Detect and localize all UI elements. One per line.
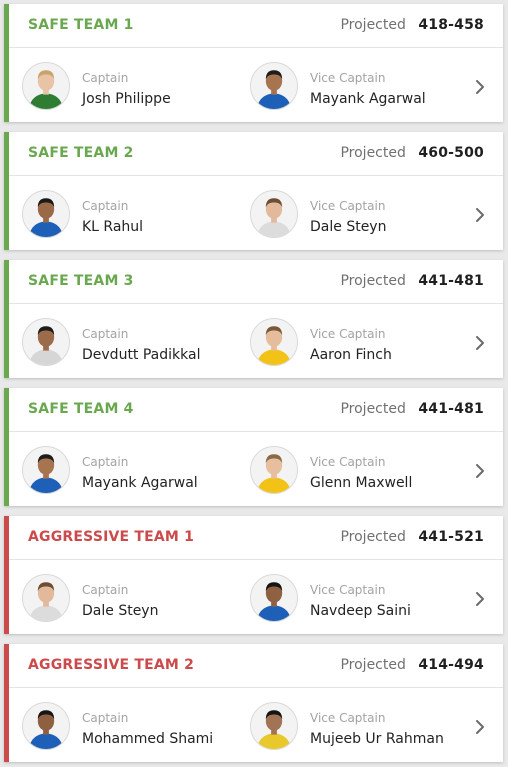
vice-captain-avatar-icon: [250, 190, 298, 238]
projected-label: Projected: [340, 145, 406, 161]
captain-avatar-icon: [22, 318, 70, 366]
vice-captain-avatar-icon: [250, 318, 298, 366]
vice-captain-role-label: Vice Captain: [310, 455, 386, 469]
team-card-aggressive-2[interactable]: AGGRESSIVE TEAM 2 Projected 414-494 Capt…: [4, 644, 503, 762]
captain-avatar-icon: [22, 702, 70, 750]
vice-captain-name: Mayank Agarwal: [310, 91, 426, 107]
projected-range: 418-458: [418, 17, 484, 33]
captain-role-label: Captain: [82, 327, 129, 341]
captain-name: Mohammed Shami: [82, 731, 214, 747]
vice-captain-role-label: Vice Captain: [310, 199, 386, 213]
projected-label: Projected: [340, 529, 406, 545]
chevron-right-icon[interactable]: [473, 590, 487, 608]
team-card-aggressive-1[interactable]: AGGRESSIVE TEAM 1 Projected 441-521 Capt…: [4, 516, 503, 634]
chevron-right-icon[interactable]: [473, 206, 487, 224]
team-card-header: SAFE TEAM 2 Projected 460-500: [9, 132, 503, 176]
team-card-header: AGGRESSIVE TEAM 2 Projected 414-494: [9, 644, 503, 688]
team-list: SAFE TEAM 1 Projected 418-458 Captain Jo…: [0, 0, 508, 767]
team-card-safe-4[interactable]: SAFE TEAM 4 Projected 441-481 Captain Ma…: [4, 388, 503, 506]
projection: Projected 441-481: [340, 273, 484, 289]
team-name: AGGRESSIVE TEAM 1: [28, 529, 195, 545]
vice-captain-avatar-icon: [250, 62, 298, 110]
team-name: SAFE TEAM 3: [28, 273, 134, 289]
vice-captain-avatar-icon: [250, 446, 298, 494]
team-name: SAFE TEAM 2: [28, 145, 134, 161]
projected-label: Projected: [340, 273, 406, 289]
vice-captain-name: Navdeep Saini: [310, 603, 411, 619]
vice-captain-name: Glenn Maxwell: [310, 475, 413, 491]
team-card-safe-3[interactable]: SAFE TEAM 3 Projected 441-481 Captain De…: [4, 260, 503, 378]
projection: Projected 441-481: [340, 401, 484, 417]
vice-captain-role-label: Vice Captain: [310, 583, 386, 597]
vice-captain-name: Mujeeb Ur Rahman: [310, 731, 444, 747]
vice-captain-role-label: Vice Captain: [310, 327, 386, 341]
projected-label: Projected: [340, 657, 406, 673]
captain-role-label: Captain: [82, 455, 129, 469]
team-name: SAFE TEAM 4: [28, 401, 134, 417]
projection: Projected 414-494: [340, 657, 484, 673]
chevron-right-icon[interactable]: [473, 718, 487, 736]
captain-name: Josh Philippe: [82, 91, 171, 107]
captain-name: KL Rahul: [82, 219, 144, 235]
chevron-right-icon[interactable]: [473, 334, 487, 352]
projected-range: 414-494: [418, 657, 484, 673]
chevron-right-icon[interactable]: [473, 78, 487, 96]
captain-name: Mayank Agarwal: [82, 475, 198, 491]
vice-captain-name: Dale Steyn: [310, 219, 387, 235]
captain-role-label: Captain: [82, 199, 129, 213]
team-name: SAFE TEAM 1: [28, 17, 134, 33]
team-card-safe-2[interactable]: SAFE TEAM 2 Projected 460-500 Captain KL…: [4, 132, 503, 250]
team-name: AGGRESSIVE TEAM 2: [28, 657, 195, 673]
projected-label: Projected: [340, 401, 406, 417]
team-card-header: SAFE TEAM 1 Projected 418-458: [9, 4, 503, 48]
projection: Projected 418-458: [340, 17, 484, 33]
projected-range: 460-500: [418, 145, 484, 161]
captain-role-label: Captain: [82, 711, 129, 725]
vice-captain-avatar-icon: [250, 702, 298, 750]
projected-range: 441-481: [418, 401, 484, 417]
team-card-header: SAFE TEAM 4 Projected 441-481: [9, 388, 503, 432]
captain-avatar-icon: [22, 62, 70, 110]
team-card-header: SAFE TEAM 3 Projected 441-481: [9, 260, 503, 304]
captain-role-label: Captain: [82, 583, 129, 597]
captain-name: Devdutt Padikkal: [82, 347, 201, 363]
captain-avatar-icon: [22, 446, 70, 494]
vice-captain-name: Aaron Finch: [310, 347, 392, 363]
vice-captain-avatar-icon: [250, 574, 298, 622]
team-card-safe-1[interactable]: SAFE TEAM 1 Projected 418-458 Captain Jo…: [4, 4, 503, 122]
projected-label: Projected: [340, 17, 406, 33]
captain-role-label: Captain: [82, 71, 129, 85]
chevron-right-icon[interactable]: [473, 462, 487, 480]
projected-range: 441-521: [418, 529, 484, 545]
captain-avatar-icon: [22, 190, 70, 238]
captain-name: Dale Steyn: [82, 603, 159, 619]
captain-avatar-icon: [22, 574, 70, 622]
team-card-header: AGGRESSIVE TEAM 1 Projected 441-521: [9, 516, 503, 560]
vice-captain-role-label: Vice Captain: [310, 71, 386, 85]
projection: Projected 441-521: [340, 529, 484, 545]
vice-captain-role-label: Vice Captain: [310, 711, 386, 725]
projection: Projected 460-500: [340, 145, 484, 161]
projected-range: 441-481: [418, 273, 484, 289]
